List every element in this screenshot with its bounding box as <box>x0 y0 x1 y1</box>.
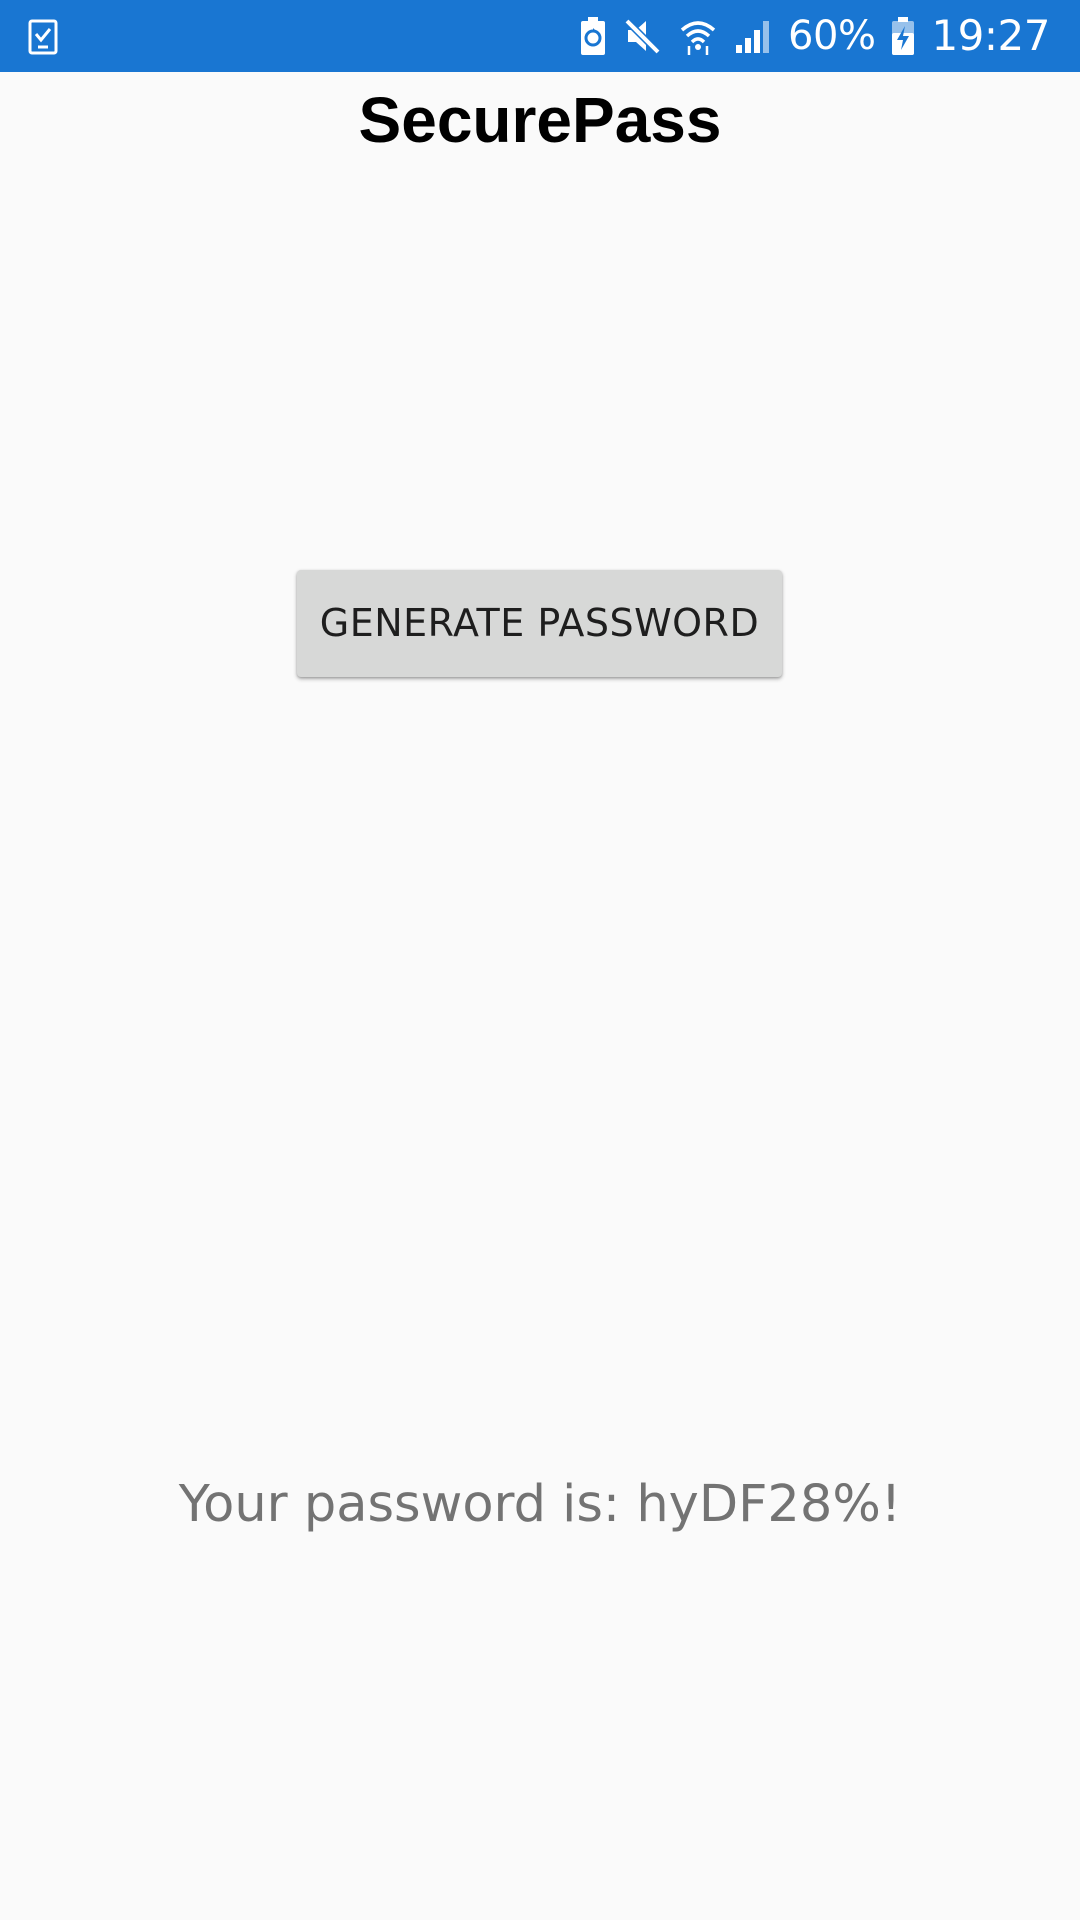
task-check-icon <box>28 18 58 56</box>
status-bar-clock: 19:27 <box>931 11 1050 60</box>
status-bar-left <box>28 18 58 56</box>
wifi-icon <box>678 0 718 72</box>
battery-saver-icon <box>580 0 606 72</box>
status-bar-right: 60% 19:27 <box>580 0 1050 72</box>
mute-icon <box>622 0 662 72</box>
status-bar: 60% 19:27 <box>0 0 1080 72</box>
battery-percent: 60% <box>788 13 876 59</box>
generate-password-button[interactable]: GENERATE PASSWORD <box>297 570 782 677</box>
signal-icon <box>734 0 772 72</box>
password-output: Your password is: hyDF28%! <box>178 1475 902 1534</box>
app-title: SecurePass <box>358 84 722 156</box>
app-screen: 60% 19:27 SecurePass GENERATE PASSWORD Y… <box>0 0 1080 1920</box>
battery-charging-icon <box>891 0 915 72</box>
